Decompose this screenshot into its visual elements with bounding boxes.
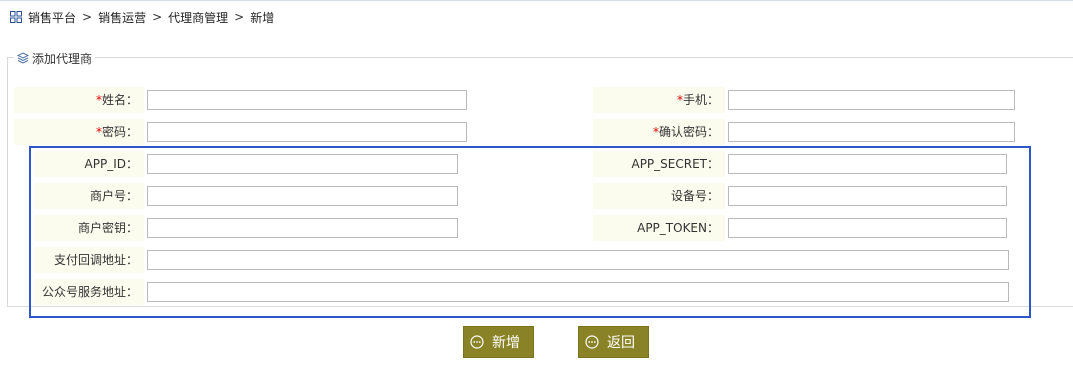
device-no-input[interactable] (728, 186, 1007, 206)
phone-label-text: 手机： (682, 93, 719, 107)
add-button-label: 新增 (492, 335, 520, 351)
confirm-password-input[interactable] (728, 122, 1015, 142)
merchant-no-input[interactable] (147, 186, 458, 206)
app-id-input[interactable] (147, 154, 458, 174)
device-no-label: 设备号： (593, 183, 725, 209)
name-label-text: 姓名： (101, 93, 138, 107)
back-button[interactable]: 返回 (578, 326, 649, 358)
breadcrumb-item-agent-management[interactable]: 代理商管理 (168, 9, 228, 26)
breadcrumb-item-add: 新增 (250, 10, 275, 25)
add-button[interactable]: 新增 (463, 326, 534, 358)
breadcrumb-separator: > (82, 10, 93, 24)
more-circle-icon (470, 335, 484, 349)
more-circle-icon (585, 335, 599, 349)
app-token-input[interactable] (728, 218, 1007, 238)
password-input[interactable] (147, 122, 467, 142)
name-input[interactable] (147, 90, 467, 110)
mp-service-url-input[interactable] (147, 282, 1009, 302)
phone-label: *手机： (593, 87, 725, 113)
confirm-password-label-text: 确认密码： (658, 125, 719, 139)
breadcrumb-separator: > (234, 10, 245, 24)
confirm-password-label: *确认密码： (593, 119, 725, 145)
app-id-label: APP_ID： (34, 151, 144, 177)
layers-icon (17, 52, 29, 64)
merchant-no-label: 商户号： (34, 183, 144, 209)
password-label: *密码： (14, 119, 144, 145)
top-divider (0, 0, 1073, 1)
app-token-label: APP_TOKEN： (593, 215, 725, 241)
merchant-key-input[interactable] (147, 218, 458, 238)
merchant-key-label: 商户密钥： (34, 215, 144, 241)
password-label-text: 密码： (101, 125, 138, 139)
grid-icon (10, 11, 22, 23)
mp-service-url-label: 公众号服务地址： (34, 279, 144, 305)
breadcrumb: 销售平台 > 销售运营 > 代理商管理 > 新增 (10, 8, 274, 26)
phone-input[interactable] (728, 90, 1015, 110)
app-secret-input[interactable] (728, 154, 1007, 174)
breadcrumb-item-sales-operation[interactable]: 销售运营 (98, 9, 146, 26)
pay-callback-url-input[interactable] (147, 250, 1009, 270)
section-legend: 添加代理商 (14, 50, 96, 66)
breadcrumb-separator: > (152, 10, 163, 24)
app-secret-label: APP_SECRET： (593, 151, 725, 177)
back-button-label: 返回 (607, 335, 635, 351)
section-title: 添加代理商 (32, 51, 93, 66)
breadcrumb-item-sales-platform[interactable]: 销售平台 (28, 9, 76, 26)
pay-callback-url-label: 支付回调地址： (34, 247, 144, 273)
name-label: *姓名： (14, 87, 144, 113)
